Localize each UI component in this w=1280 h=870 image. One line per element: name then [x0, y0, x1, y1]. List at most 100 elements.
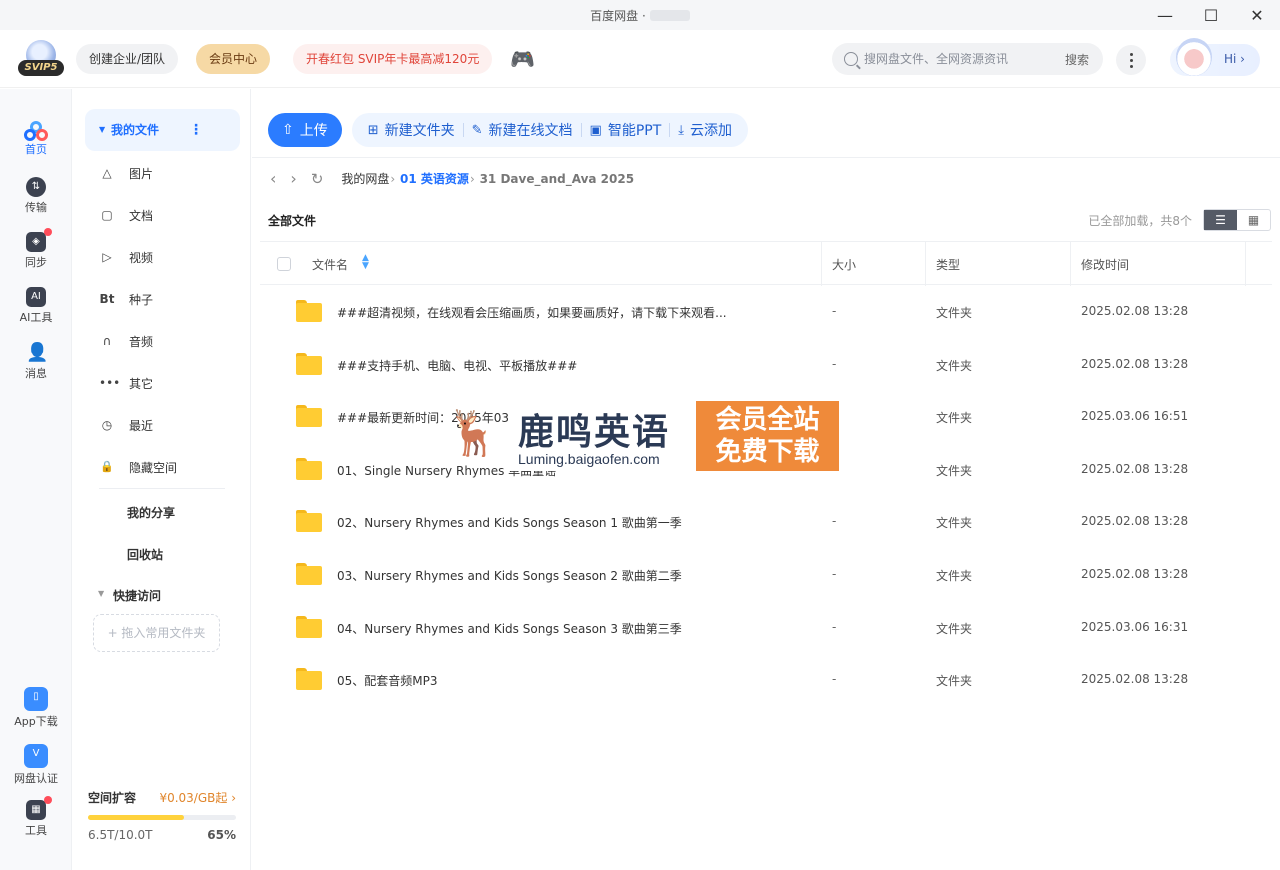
storage-price-link[interactable]: ¥0.03/GB起 › — [159, 789, 236, 806]
sidebar-item-my-files[interactable]: ▼ 我的文件 ⋮ — [85, 109, 240, 151]
close-button[interactable]: ✕ — [1234, 0, 1280, 30]
back-arrow-icon[interactable]: ‹ — [270, 169, 276, 188]
user-profile-pill[interactable]: Hi › — [1170, 38, 1260, 76]
file-name[interactable]: 04、Nursery Rhymes and Kids Songs Season … — [337, 620, 757, 637]
sidebar-item-my-share[interactable]: 我的分享 — [127, 504, 175, 521]
file-name[interactable]: 02、Nursery Rhymes and Kids Songs Season … — [337, 514, 757, 531]
create-team-button[interactable]: 创建企业/团队 — [76, 44, 179, 74]
breadcrumb-level1[interactable]: 01 英语资源 — [400, 172, 469, 186]
blurred-account-name — [649, 9, 690, 21]
folder-icon — [296, 300, 322, 322]
svip-badge[interactable]: SVIP5 — [18, 40, 64, 78]
rail-item-label: 消息 — [25, 367, 47, 380]
search-box[interactable]: 搜索 — [832, 43, 1103, 75]
rail-item-ai-tools[interactable]: AI AI工具 — [0, 287, 72, 325]
column-header-modified[interactable]: 修改时间 — [1081, 256, 1129, 273]
game-controller-icon[interactable]: 🎮 — [510, 48, 538, 70]
file-size: - — [832, 304, 837, 318]
sync-icon: ◈ — [26, 228, 52, 252]
table-row[interactable]: 04、Nursery Rhymes and Kids Songs Season … — [260, 601, 1272, 654]
rail-item-label: 工具 — [25, 824, 47, 837]
folder-icon — [296, 615, 322, 638]
maximize-button[interactable]: ☐ — [1188, 0, 1234, 30]
column-divider[interactable] — [821, 242, 822, 286]
sidebar-item-documents[interactable]: ▢ 文档 — [101, 206, 153, 226]
file-sidebar: ▼ 我的文件 ⋮ △ 图片 ▢ 文档 ▷ 视频 Bt 种子 ∩ 音频 ••• 其它 ◷ 最近 … — [73, 89, 251, 870]
search-input[interactable] — [864, 52, 1054, 66]
rail-item-app-download[interactable]: ▯ App下载 — [0, 687, 72, 729]
main-content: ⇧ 上传 ⊞ 新建文件夹 ✎ 新建在线文档 ▣ 智能PPT ⤓ 云添加 ‹ › ↻ 我的… — [252, 89, 1280, 870]
rail-item-tools[interactable]: ▦ 工具 — [0, 796, 72, 838]
sidebar-item-label: 其它 — [129, 377, 154, 391]
column-header-size[interactable]: 大小 — [832, 256, 856, 273]
folder-icon — [296, 562, 322, 585]
file-modified: 2025.03.06 16:51 — [1081, 409, 1189, 424]
minimize-button[interactable]: — — [1142, 0, 1188, 30]
new-doc-label: 新建在线文档 — [488, 123, 573, 139]
select-all-checkbox[interactable] — [277, 257, 291, 271]
table-row[interactable]: 05、配套音频MP3 - 文件夹 2025.02.08 13:28 — [260, 653, 1272, 706]
sidebar-quick-access[interactable]: ▼ 快捷访问 — [98, 587, 162, 604]
sidebar-item-videos[interactable]: ▷ 视频 — [102, 248, 154, 268]
search-icon — [844, 52, 858, 66]
search-button[interactable]: 搜索 — [1065, 51, 1089, 68]
file-name[interactable]: 05、配套音频MP3 — [337, 672, 757, 689]
column-header-name[interactable]: 文件名 — [312, 256, 348, 273]
quick-access-label: 快捷访问 — [113, 589, 162, 603]
more-menu-button[interactable] — [1116, 45, 1146, 75]
file-modified: 2025.02.08 13:28 — [1081, 514, 1189, 529]
column-divider[interactable] — [925, 242, 926, 286]
file-name[interactable]: 03、Nursery Rhymes and Kids Songs Season … — [337, 567, 757, 584]
upload-button[interactable]: ⇧ 上传 — [268, 113, 342, 147]
breadcrumb-current: 31 Dave_and_Ava 2025 — [479, 172, 635, 186]
sidebar-item-label: 视频 — [129, 251, 154, 265]
rail-item-home[interactable]: 首页 — [0, 121, 72, 157]
my-files-menu-icon[interactable]: ⋮ — [189, 109, 203, 151]
table-row[interactable]: 03、Nursery Rhymes and Kids Songs Season … — [260, 548, 1272, 601]
rail-item-transfer[interactable]: ⇅ 传输 — [0, 177, 72, 215]
file-name[interactable]: ###超清视频，在线观看会压缩画质，如果要画质好，请下载下来观看... — [337, 304, 757, 321]
vip-center-button[interactable]: 会员中心 — [196, 44, 271, 74]
sidebar-item-label: 音频 — [129, 335, 154, 349]
app-download-icon: ▯ — [24, 687, 48, 711]
sort-arrow-icon[interactable]: ▲ ▼ — [362, 254, 369, 271]
sidebar-item-torrents[interactable]: Bt 种子 — [100, 290, 153, 310]
table-row[interactable]: 02、Nursery Rhymes and Kids Songs Season … — [260, 495, 1272, 548]
grid-view-icon[interactable]: ▦ — [1237, 210, 1270, 230]
quick-access-dropzone[interactable]: + 拖入常用文件夹 — [93, 614, 220, 652]
promo-banner-button[interactable]: 开春红包 SVIP年卡最高减120元 — [293, 44, 493, 74]
rail-item-sync[interactable]: ◈ 同步 — [0, 228, 72, 270]
new-folder-button[interactable]: ⊞ 新建文件夹 — [360, 120, 463, 140]
breadcrumb-root[interactable]: 我的网盘 — [341, 172, 389, 186]
column-divider[interactable] — [1070, 242, 1071, 286]
list-view-icon[interactable]: ☰ — [1204, 210, 1237, 230]
rail-item-verify[interactable]: V 网盘认证 — [0, 744, 72, 786]
rail-item-label: 同步 — [25, 256, 47, 269]
file-type: 文件夹 — [936, 674, 973, 689]
sidebar-item-recycle-bin[interactable]: 回收站 — [127, 546, 163, 563]
watermark-card: 鹿鸣英语 Luming.baigaofen.com 会员全站 免费下载 — [508, 401, 839, 471]
file-modified: 2025.03.06 16:31 — [1081, 619, 1189, 634]
my-files-label: 我的文件 — [111, 123, 160, 137]
cloud-add-button[interactable]: ⤓ 云添加 — [670, 120, 740, 140]
sidebar-item-hidden-space[interactable]: 🔒 隐藏空间 — [100, 458, 177, 478]
column-header-type[interactable]: 类型 — [936, 256, 960, 273]
sidebar-item-recent[interactable]: ◷ 最近 — [102, 416, 153, 436]
forward-arrow-icon[interactable]: › — [290, 169, 296, 188]
new-online-doc-button[interactable]: ✎ 新建在线文档 — [464, 120, 581, 140]
table-row[interactable]: ###支持手机、电脑、电视、平板播放### - 文件夹 2025.02.08 1… — [260, 338, 1272, 391]
lock-icon: 🔒 — [100, 460, 114, 473]
table-row[interactable]: ###超清视频，在线观看会压缩画质，如果要画质好，请下载下来观看... - 文件… — [260, 285, 1272, 338]
smart-ppt-button[interactable]: ▣ 智能PPT — [582, 120, 670, 140]
sidebar-item-audio[interactable]: ∩ 音频 — [103, 332, 154, 352]
folder-icon — [296, 405, 322, 428]
sidebar-item-images[interactable]: △ 图片 — [102, 164, 153, 184]
list-header-bar: 全部文件 已全部加载，共8个 ☰ ▦ — [252, 199, 1280, 241]
rail-item-label: AI工具 — [19, 311, 53, 324]
column-divider[interactable] — [1245, 242, 1246, 286]
edit-doc-icon: ✎ — [471, 122, 483, 138]
refresh-icon[interactable]: ↻ — [311, 170, 324, 188]
file-name[interactable]: ###支持手机、电脑、电视、平板播放### — [337, 357, 757, 374]
rail-item-messages[interactable]: 👤 消息 — [0, 343, 72, 381]
sidebar-item-other[interactable]: ••• 其它 — [99, 374, 154, 394]
